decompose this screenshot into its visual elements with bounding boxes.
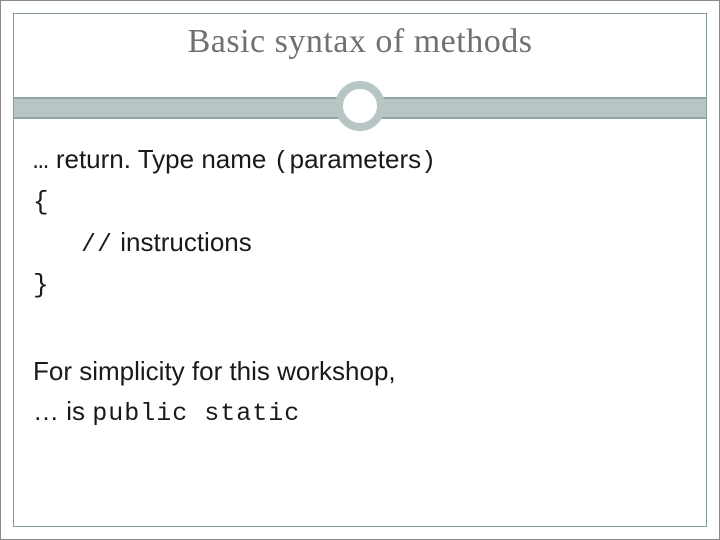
rparen-text: )	[421, 147, 437, 176]
syntax-signature-line: … return. Type name (parameters)	[33, 139, 687, 182]
signature-text: return. Type name	[49, 144, 274, 174]
instructions-line: // instructions	[33, 222, 687, 265]
footer-line2: … is public static	[33, 391, 687, 434]
params-text: parameters	[290, 144, 422, 174]
slide-body: … return. Type name (parameters) { // in…	[33, 139, 687, 434]
lparen-text: (	[274, 147, 290, 176]
footer-code: public static	[92, 399, 300, 428]
brace-close: }	[33, 265, 687, 305]
divider-circle-icon	[335, 81, 385, 131]
slide-title: Basic syntax of methods	[1, 23, 719, 61]
brace-open: {	[33, 182, 687, 222]
spacer	[33, 305, 687, 351]
comment-text: instructions	[113, 227, 252, 257]
footer-prefix: … is	[33, 396, 92, 426]
footer-line1: For simplicity for this workshop,	[33, 351, 687, 391]
comment-slashes: //	[81, 230, 113, 259]
slide: Basic syntax of methods … return. Type n…	[0, 0, 720, 540]
ellipsis-text: …	[33, 146, 49, 176]
